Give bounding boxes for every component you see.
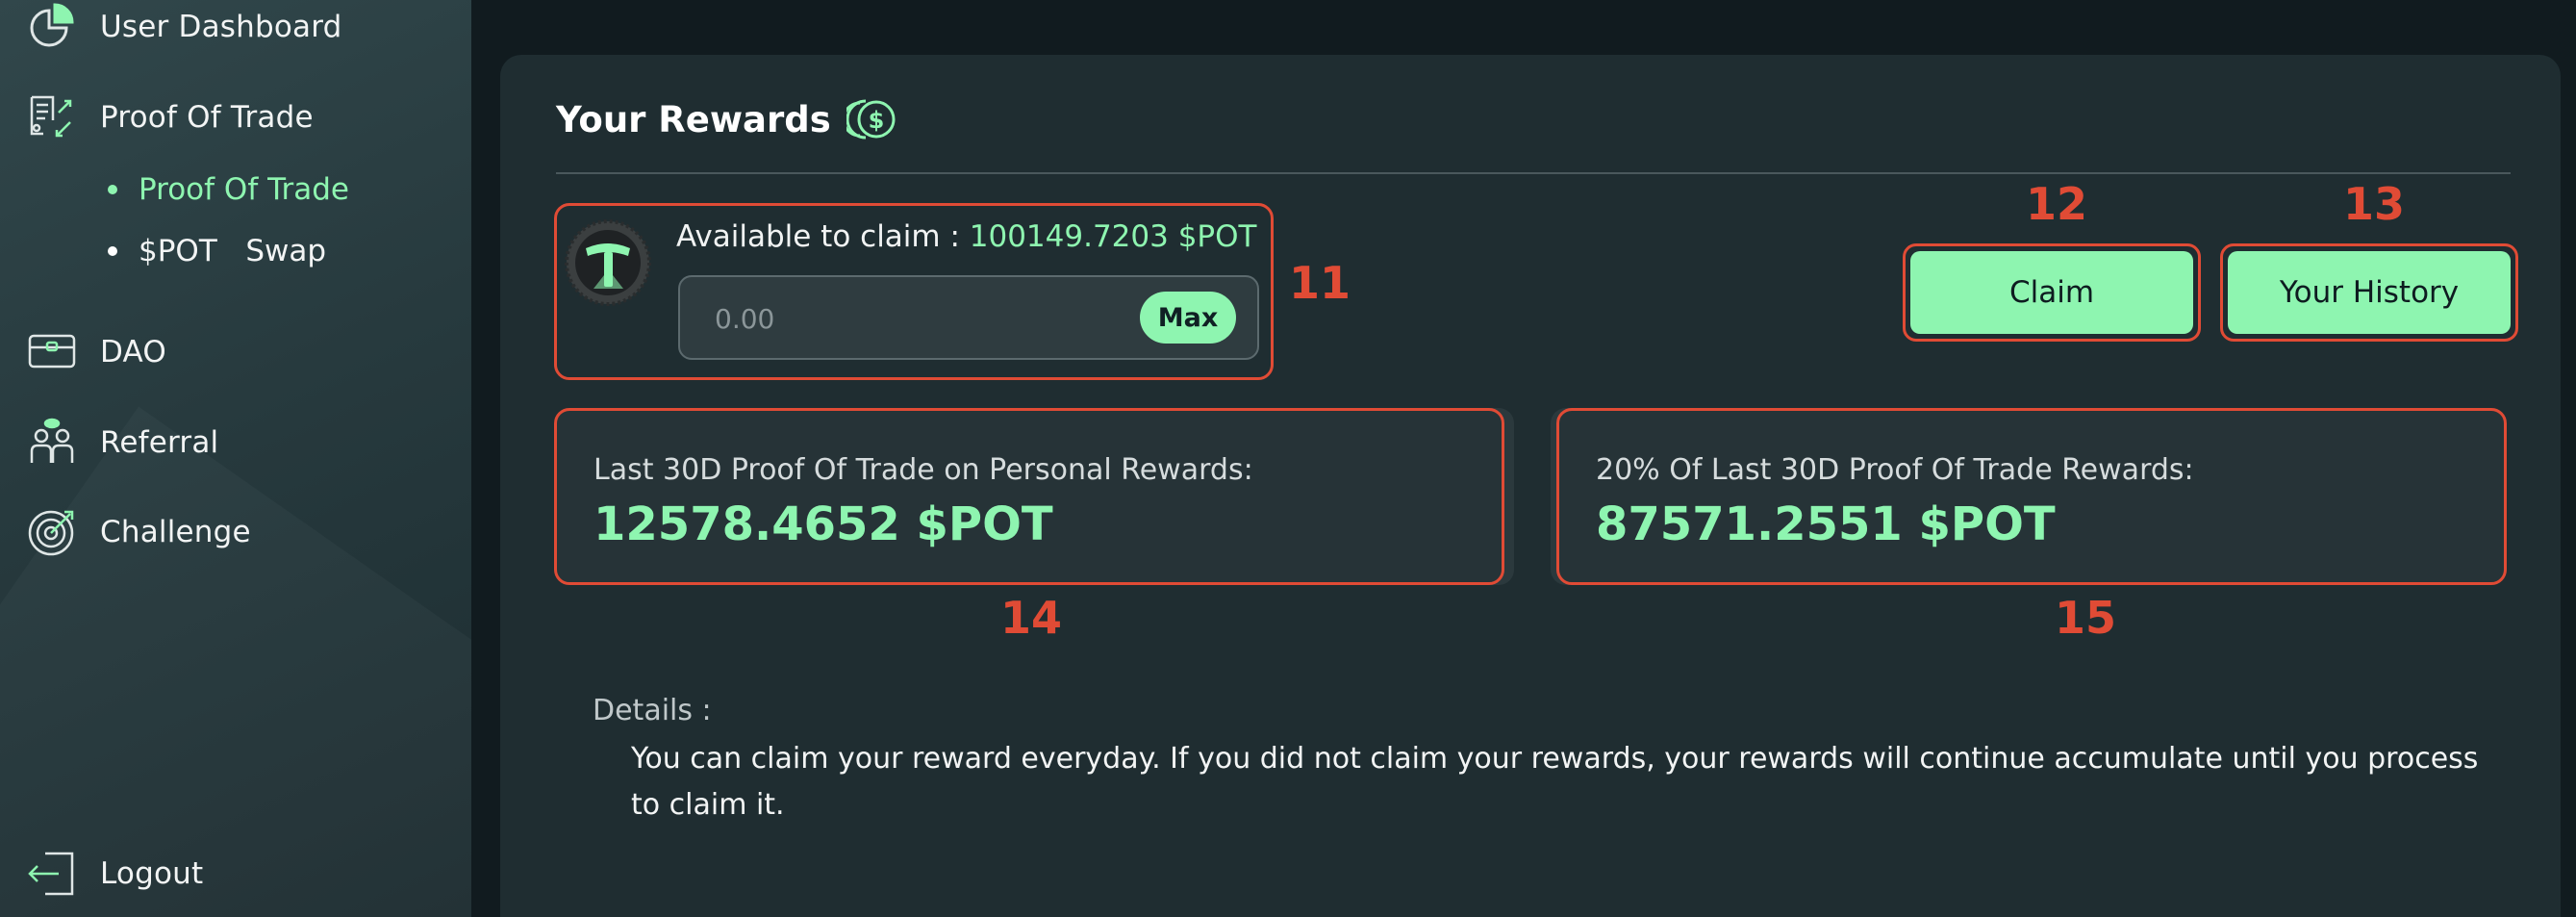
claim-button-frame: Claim	[1903, 243, 2201, 342]
claim-amount-field: Max	[678, 275, 1259, 360]
sidebar-subitem-label: Proof Of Trade	[139, 172, 349, 207]
claim-button[interactable]: Claim	[1910, 251, 2193, 334]
sidebar-item-challenge[interactable]: Challenge	[25, 503, 251, 561]
available-amount: 100149.7203 $POT	[969, 219, 1257, 254]
pot-token-logo	[565, 219, 651, 306]
sidebar-item-referral[interactable]: Referral	[25, 414, 218, 471]
stat-caption: Last 30D Proof Of Trade on Personal Rewa…	[593, 453, 1253, 487]
available-label: Available to claim :	[676, 219, 970, 254]
sidebar-subitem-label: $POT Swap	[139, 234, 327, 268]
your-history-button[interactable]: Your History	[2228, 251, 2511, 334]
sidebar-item-proof-of-trade[interactable]: Proof Of Trade	[25, 89, 314, 146]
claim-amount-input[interactable]	[715, 294, 1099, 343]
annotation-marker-12: 12	[2026, 178, 2088, 230]
stat-card-personal-rewards: Last 30D Proof Of Trade on Personal Rewa…	[554, 408, 1504, 585]
sidebar-item-user-dashboard[interactable]: User Dashboard	[25, 0, 342, 56]
sidebar-item-label: Referral	[100, 425, 219, 460]
stat-card-percent-rewards: 20% Of Last 30D Proof Of Trade Rewards: …	[1556, 408, 2507, 585]
annotation-marker-11: 11	[1289, 257, 1351, 309]
bullet-dot	[108, 185, 117, 194]
dollar-coins-icon: $	[842, 97, 897, 141]
rewards-panel: Your Rewards $ Available to claim : 1001…	[500, 55, 2561, 917]
target-icon	[25, 505, 79, 559]
page-title: Your Rewards	[556, 98, 831, 140]
people-icon	[25, 416, 79, 470]
sidebar-subitem-proof-of-trade[interactable]: Proof Of Trade	[108, 170, 349, 209]
max-button[interactable]: Max	[1140, 292, 1236, 344]
details-label: Details :	[593, 694, 712, 727]
bullet-dot	[108, 246, 117, 256]
history-button-frame: Your History	[2220, 243, 2518, 342]
annotation-marker-13: 13	[2343, 178, 2406, 230]
rewards-header: Your Rewards $	[556, 97, 897, 141]
sidebar-item-dao[interactable]: DAO	[25, 323, 166, 381]
sidebar-item-label: Proof Of Trade	[100, 100, 314, 135]
annotation-marker-14: 14	[1000, 592, 1063, 644]
stat-value: 87571.2551 $POT	[1596, 497, 2056, 551]
claim-box: Available to claim : 100149.7203 $POT Ma…	[554, 203, 1274, 380]
sidebar-item-label: Challenge	[100, 515, 251, 549]
header-divider	[556, 172, 2511, 174]
sidebar-item-label: DAO	[100, 335, 166, 369]
sidebar-item-logout[interactable]: Logout	[25, 845, 203, 903]
pie-chart-icon	[25, 0, 79, 54]
sidebar-item-label: User Dashboard	[100, 10, 342, 44]
details-text: You can claim your reward everyday. If y…	[631, 742, 2479, 822]
sidebar: User Dashboard Proof Of Trade Proof Of T…	[0, 0, 471, 917]
wallet-card-icon	[25, 325, 79, 379]
document-trade-icon	[25, 90, 79, 144]
sidebar-subitem-pot-swap[interactable]: $POT Swap	[108, 232, 326, 270]
available-to-claim: Available to claim : 100149.7203 $POT	[676, 219, 1256, 254]
sidebar-item-label: Logout	[100, 856, 204, 891]
stat-caption: 20% Of Last 30D Proof Of Trade Rewards:	[1596, 453, 2194, 487]
svg-text:$: $	[868, 107, 884, 134]
stat-value: 12578.4652 $POT	[593, 497, 1053, 551]
logout-icon	[25, 847, 79, 901]
annotation-marker-15: 15	[2055, 592, 2117, 644]
